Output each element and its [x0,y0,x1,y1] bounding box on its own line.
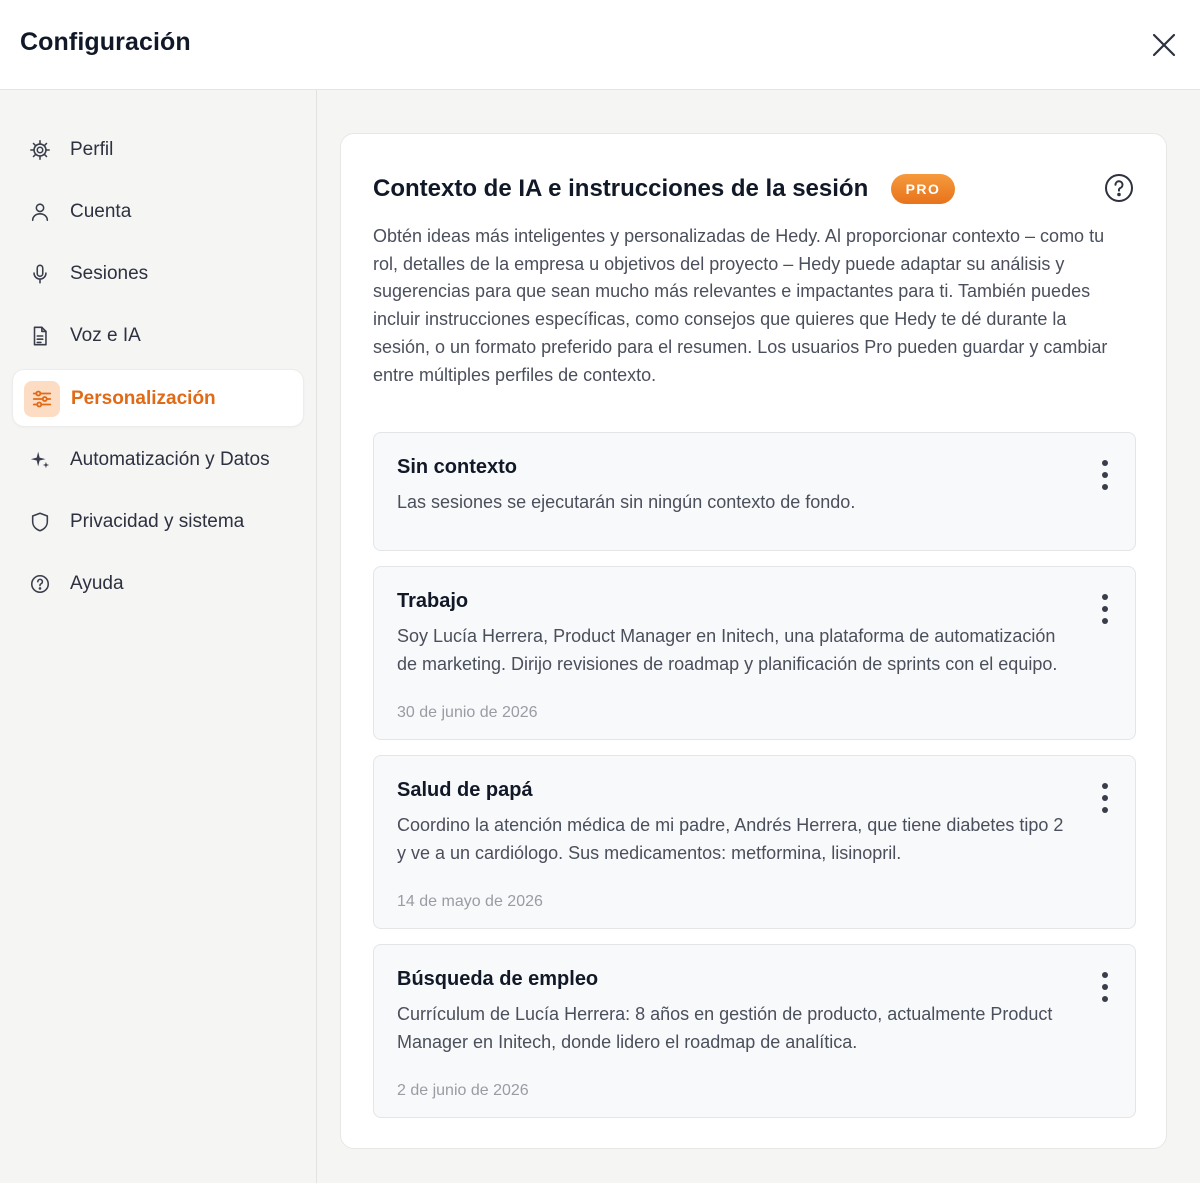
gear-icon [28,138,52,162]
sidebar-item-ayuda[interactable]: Ayuda [12,555,304,613]
card-date: 2 de junio de 2026 [397,1082,529,1099]
sidebar-item-sesiones[interactable]: Sesiones [12,245,304,303]
card-title: Sin contexto [397,456,518,478]
sidebar-item-privacidad[interactable]: Privacidad y sistema [12,493,304,551]
kebab-menu-icon [1102,460,1108,490]
card-date: 14 de mayo de 2026 [397,893,543,910]
card-title: Búsqueda de empleo [397,968,599,990]
microphone-icon [28,262,52,286]
sidebar-item-cuenta[interactable]: Cuenta [12,183,304,241]
card-title: Trabajo [397,590,469,612]
header: Configuración [0,0,1200,90]
card-description: Las sesiones se ejecutarán sin ningún co… [397,492,856,512]
sidebar-item-label: Voz e IA [70,325,141,346]
pro-badge: PRO [891,174,955,204]
context-card-sin-contexto[interactable]: Sin contexto Las sesiones se ejecutarán … [373,432,1136,551]
shield-icon [28,510,52,534]
sidebar: Perfil Cuenta Sesiones Voz e IA Personal… [0,90,317,1183]
sidebar-item-personalizacion[interactable]: Personalización [12,369,304,427]
sparkles-icon [28,448,52,472]
context-card-busqueda-empleo[interactable]: Búsqueda de empleo Currículum de Lucía H… [373,944,1136,1118]
section-description: Obtén ideas más inteligentes y personali… [373,226,1108,385]
section-title: Contexto de IA e instrucciones de la ses… [373,175,869,202]
kebab-menu-icon [1102,783,1108,813]
sidebar-item-label: Privacidad y sistema [70,511,245,532]
sidebar-item-perfil[interactable]: Perfil [12,121,304,179]
more-options-button[interactable] [1090,967,1120,1007]
help-circle-icon [1105,174,1133,202]
kebab-menu-icon [1102,594,1108,624]
help-circle-icon [28,572,52,596]
close-button[interactable] [1146,27,1182,63]
sliders-icon [24,381,60,417]
more-options-button[interactable] [1090,589,1120,629]
help-button[interactable] [1103,172,1135,204]
card-date: 30 de junio de 2026 [397,704,538,721]
more-options-button[interactable] [1090,455,1120,495]
sidebar-item-label: Ayuda [70,573,124,594]
context-card-trabajo[interactable]: Trabajo Soy Lucía Herrera, Product Manag… [373,566,1136,740]
user-icon [28,200,52,224]
context-panel: Contexto de IA e instrucciones de la ses… [340,133,1167,1149]
sidebar-item-label: Sesiones [70,263,149,284]
card-description: Coordino la atención médica de mi padre,… [397,815,1064,863]
sidebar-item-voz-ia[interactable]: Voz e IA [12,307,304,365]
page-title: Configuración [20,28,191,56]
sidebar-item-label: Cuenta [70,201,132,222]
document-icon [28,324,52,348]
more-options-button[interactable] [1090,778,1120,818]
context-card-salud-papa[interactable]: Salud de papá Coordino la atención médic… [373,755,1136,929]
sidebar-item-label: Personalización [71,388,216,409]
card-description: Currículum de Lucía Herrera: 8 años en g… [397,1004,1053,1052]
sidebar-item-label: Automatización y Datos [70,449,270,470]
close-icon [1152,33,1176,57]
card-description: Soy Lucía Herrera, Product Manager en In… [397,626,1058,674]
sidebar-item-label: Perfil [70,139,114,160]
kebab-menu-icon [1102,972,1108,1002]
sidebar-item-automatizacion[interactable]: Automatización y Datos [12,431,304,489]
card-title: Salud de papá [397,779,533,801]
